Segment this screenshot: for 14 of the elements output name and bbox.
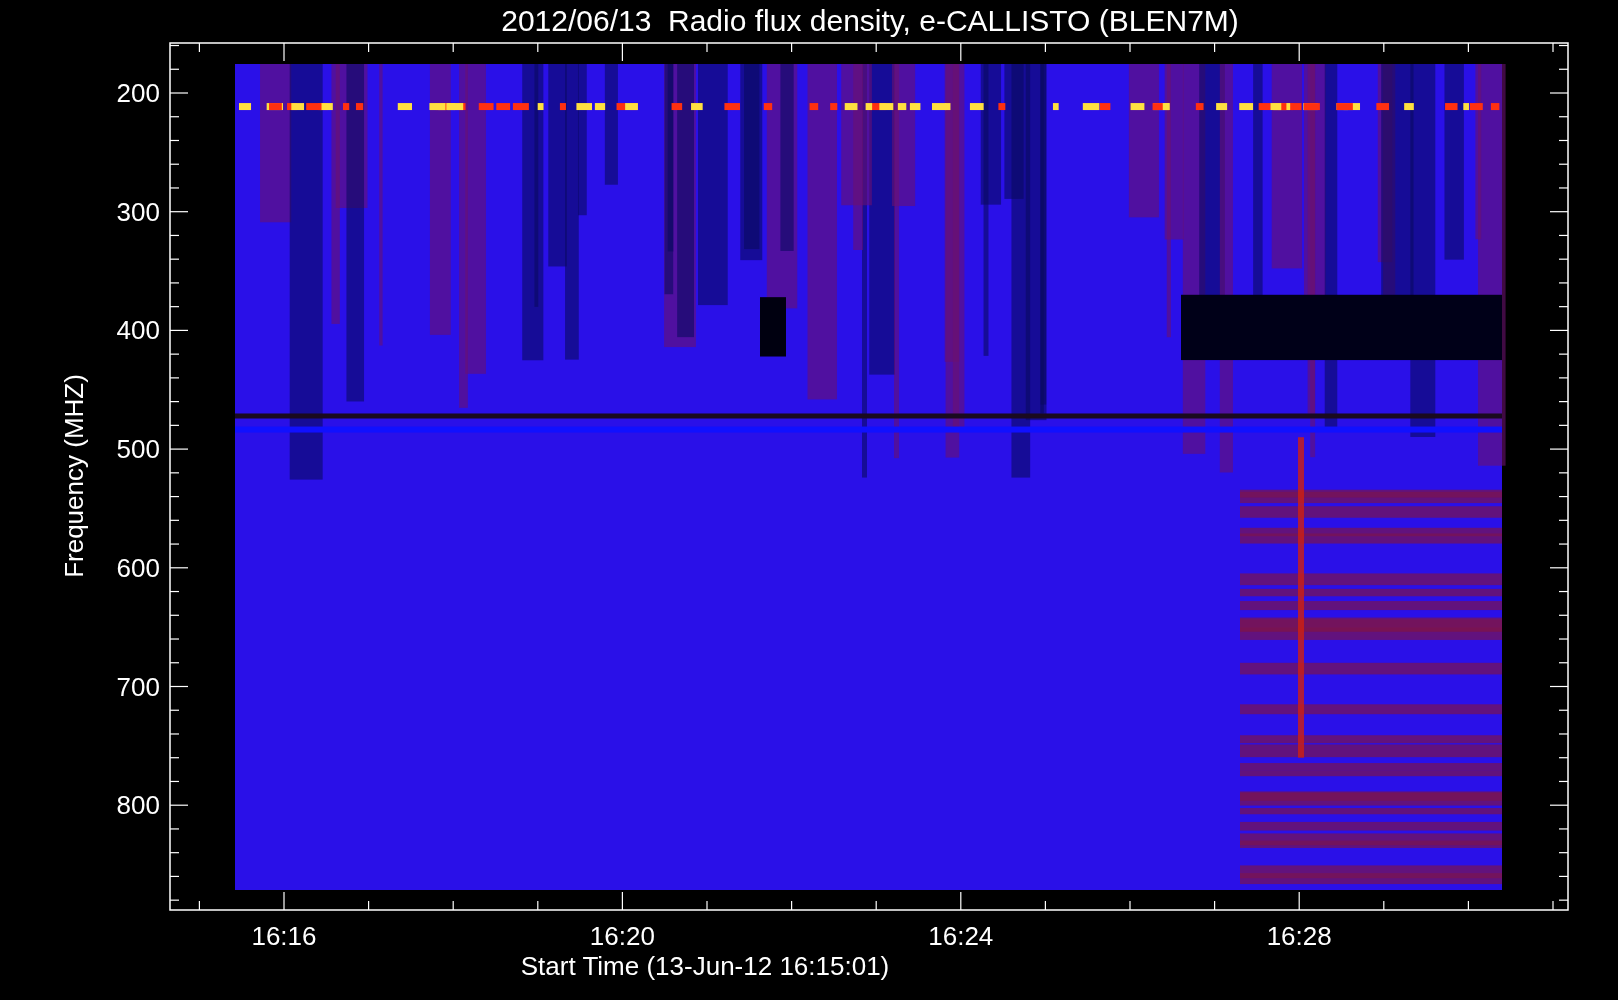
y-tick-label: 300 [116,196,160,227]
x-tick-label: 16:28 [1266,921,1332,951]
y-tick-label: 400 [116,315,160,346]
y-axis-label: Frequency (MHZ) [59,374,89,578]
x-tick-label: 16:24 [928,921,994,951]
x-axis-label: Start Time (13-Jun-12 16:15:01) [520,951,890,981]
y-tick-label: 800 [116,790,160,821]
x-tick-label: 16:20 [589,921,655,951]
y-tick-label: 700 [116,671,160,702]
y-tick-label: 600 [116,552,160,583]
y-tick-label: 500 [116,434,160,465]
x-tick-label: 16:16 [251,921,317,951]
y-tick-label: 200 [116,78,160,108]
plot-title: 2012/06/13 Radio flux density, e-CALLISTO (BLEN7M) [501,4,1239,37]
